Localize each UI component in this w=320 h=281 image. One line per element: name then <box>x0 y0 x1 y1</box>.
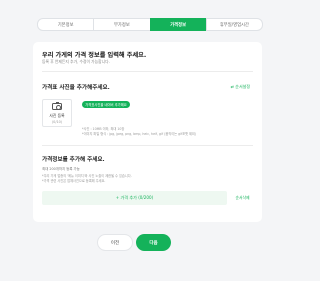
sort-delete-link[interactable]: 순서삭제 <box>231 191 254 205</box>
page-title: 우리 가게의 가격 정보를 입력해 주세요. <box>42 52 147 59</box>
step-basic-info[interactable]: 기본정보 <box>37 18 95 31</box>
price-info-card: 우리 가게의 가격 정보를 입력해 주세요. 등록 후 언제든지 추가, 수정이… <box>33 42 262 222</box>
photo-upload-button[interactable]: 사진 등록 (0/10) <box>42 99 72 127</box>
add-price-button[interactable]: + 가격 추가 (0/200) <box>42 191 227 205</box>
order-setting-link[interactable]: ⇄ 순서설정 <box>231 84 250 90</box>
divider <box>42 145 253 146</box>
price-note: *가격 관련 사진은 업체사진으로 등록해 주세요. <box>42 179 106 183</box>
prev-button[interactable]: 이전 <box>97 234 133 251</box>
step-price-info[interactable]: 가격정보 <box>149 18 207 31</box>
price-section-title: 가격정보를 추가해 주세요. <box>42 157 105 163</box>
photo-format-note: *이미지 파일 형식 : jpg, jpeg, png, bmp, heic, … <box>82 132 197 136</box>
next-button[interactable]: 다음 <box>136 234 171 251</box>
page-subtitle: 등록 후 언제든지 추가, 수정이 가능합니다. <box>42 59 110 64</box>
camera-icon <box>52 101 62 110</box>
step-extra-info[interactable]: 부가정보 <box>93 18 151 31</box>
step-business-hours[interactable]: 휴무일/영업시간 <box>205 18 263 31</box>
step-progress: 기본정보 부가정보 가격정보 휴무일/영업시간 <box>37 18 263 31</box>
divider <box>42 71 253 72</box>
price-limit-text: 최대 200개까지 등록 가능 <box>42 167 80 171</box>
naver-add-button[interactable]: 가격표사진을 네이버 추가해요 <box>82 101 130 108</box>
photo-upload-label: 사진 등록 <box>49 113 65 118</box>
photo-count: (0/10) <box>51 120 63 124</box>
photo-section-title: 가격표 사진을 추가해주세요. <box>42 85 110 91</box>
